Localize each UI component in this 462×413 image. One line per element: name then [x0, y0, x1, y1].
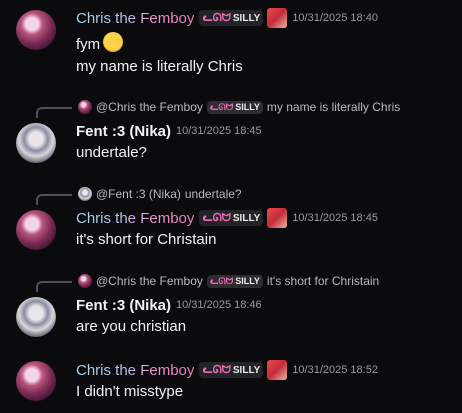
cat-icon: ᓚᘏᗢ: [202, 12, 231, 24]
author-name[interactable]: Chris the Femboy: [76, 10, 194, 27]
message-line: fym: [76, 32, 124, 53]
reply-spine: [36, 107, 72, 118]
author-name[interactable]: Fent :3 (Nika): [76, 297, 171, 314]
reply-avatar: [78, 274, 92, 288]
server-tag: ᓚᘏᗢ SILLY: [206, 274, 263, 288]
reply-avatar: [78, 100, 92, 114]
author-name[interactable]: Fent :3 (Nika): [76, 123, 171, 140]
reply-preview[interactable]: @Fent :3 (Nika) undertale?: [78, 186, 242, 202]
role-icon: [267, 208, 288, 228]
reply-text: it's short for Christain: [266, 274, 380, 288]
message-line: it's short for Christain: [76, 231, 217, 248]
avatar[interactable]: [16, 361, 56, 401]
message-line: I didn't misstype: [76, 383, 184, 400]
timestamp: 10/31/2025 18:45: [292, 212, 378, 224]
avatar[interactable]: [16, 297, 56, 337]
message-line: my name is literally Chris: [76, 58, 243, 75]
reply-text: my name is literally Chris: [266, 100, 401, 114]
timestamp: 10/31/2025 18:40: [292, 12, 378, 24]
message-line: are you christian: [76, 318, 187, 335]
message-line: undertale?: [76, 144, 147, 161]
reply-mention[interactable]: @Fent :3 (Nika): [96, 187, 181, 201]
author-name[interactable]: Chris the Femboy: [76, 210, 194, 227]
cat-icon: ᓚᘏᗢ: [209, 101, 234, 112]
server-tag[interactable]: ᓚᘏᗢ SILLY: [199, 10, 264, 26]
timestamp: 10/31/2025 18:46: [176, 299, 262, 311]
role-icon: [267, 8, 288, 28]
cat-icon: ᓚᘏᗢ: [209, 275, 234, 286]
cat-icon: ᓚᘏᗢ: [202, 212, 231, 224]
reply-mention[interactable]: @Chris the Femboy: [96, 100, 203, 114]
reply-avatar: [78, 187, 92, 201]
avatar[interactable]: [16, 10, 56, 50]
server-tag[interactable]: ᓚᘏᗢ SILLY: [199, 362, 264, 378]
avatar[interactable]: [16, 210, 56, 250]
reply-text: undertale?: [184, 187, 242, 201]
timestamp: 10/31/2025 18:52: [292, 364, 378, 376]
server-tag: ᓚᘏᗢ SILLY: [206, 100, 263, 114]
reply-spine: [36, 281, 72, 292]
reply-spine: [36, 194, 72, 205]
timestamp: 10/31/2025 18:45: [176, 125, 262, 137]
server-tag[interactable]: ᓚᘏᗢ SILLY: [199, 210, 264, 226]
reply-mention[interactable]: @Chris the Femboy: [96, 274, 203, 288]
avatar[interactable]: [16, 123, 56, 163]
crying-face-icon: [103, 32, 124, 52]
author-name[interactable]: Chris the Femboy: [76, 362, 194, 379]
role-icon: [267, 360, 288, 380]
cat-icon: ᓚᘏᗢ: [202, 364, 231, 376]
reply-preview[interactable]: @Chris the Femboy ᓚᘏᗢ SILLY it's short fo…: [78, 273, 379, 289]
reply-preview[interactable]: @Chris the Femboy ᓚᘏᗢ SILLY my name is li…: [78, 99, 400, 115]
